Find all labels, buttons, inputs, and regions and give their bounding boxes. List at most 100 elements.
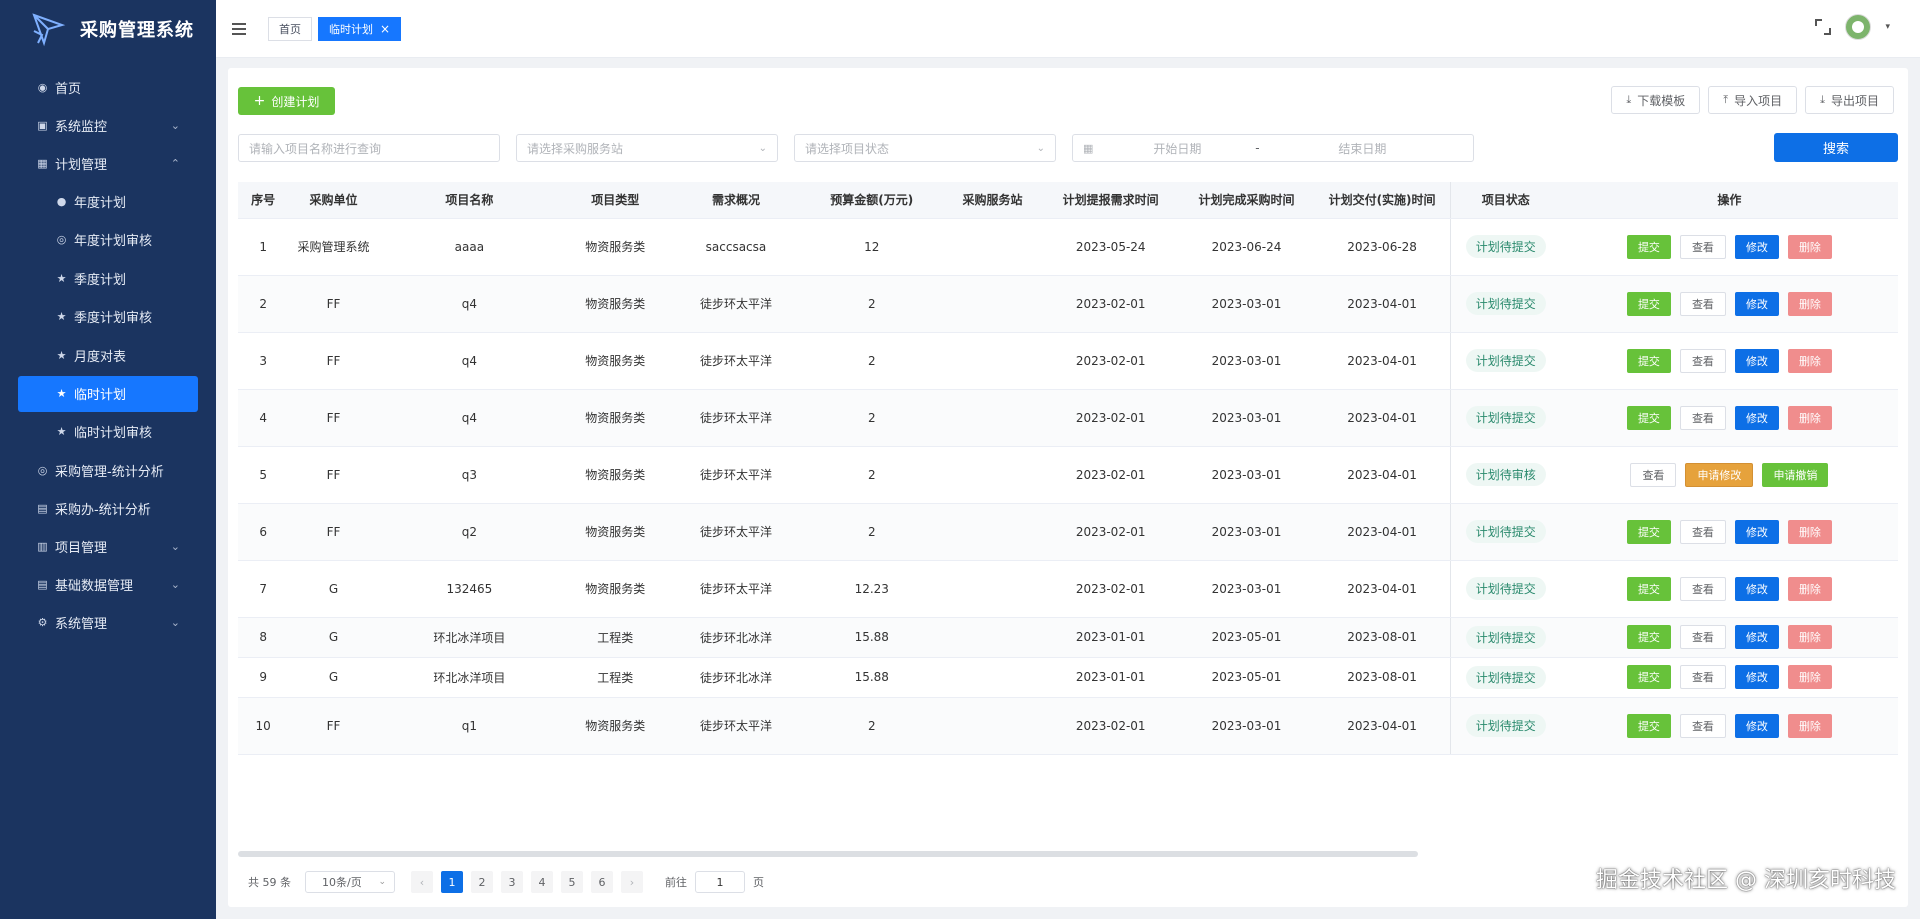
submit-button[interactable]: 提交	[1626, 234, 1671, 259]
sidebar-item-monthly-check[interactable]: ★ 月度对表	[0, 336, 216, 375]
col-header[interactable]: 计划交付(实施)时间	[1314, 182, 1451, 219]
submit-button[interactable]: 提交	[1626, 713, 1671, 738]
view-button[interactable]: 查看	[1679, 519, 1726, 544]
sidebar-item-annual-plan[interactable]: ● 年度计划	[0, 182, 216, 221]
sidebar-item-system-monitor[interactable]: ▣ 系统监控 ⌄	[0, 106, 216, 144]
view-button[interactable]: 查看	[1679, 405, 1726, 430]
edit-button[interactable]: 修改	[1734, 519, 1779, 544]
sidebar-item-quarter-plan[interactable]: ★ 季度计划	[0, 259, 216, 298]
submit-button[interactable]: 提交	[1626, 576, 1671, 601]
view-button[interactable]: 查看	[1679, 291, 1726, 316]
page-4[interactable]: 4	[531, 871, 553, 893]
tab-home[interactable]: 首页	[268, 16, 312, 41]
create-plan-button[interactable]: + 创建计划	[238, 87, 335, 115]
col-header[interactable]: 预算金额(万元)	[801, 182, 943, 219]
edit-button[interactable]: 修改	[1734, 625, 1779, 649]
page-6[interactable]: 6	[591, 871, 613, 893]
submit-button[interactable]: 提交	[1626, 405, 1671, 430]
date-range-picker[interactable]: ▦ 开始日期 - 结束日期	[1072, 134, 1474, 162]
delete-button[interactable]: 删除	[1787, 665, 1832, 689]
goto-page-input[interactable]: 1	[695, 871, 745, 893]
cell-purchase-date: 2023-03-01	[1178, 560, 1315, 618]
status-select[interactable]: 请选择项目状态 ⌄	[794, 134, 1056, 162]
col-header[interactable]: 项目状态	[1449, 182, 1561, 219]
sidebar-item-basic-data[interactable]: ▤ 基础数据管理 ⌄	[0, 565, 216, 603]
delete-button[interactable]: 删除	[1787, 348, 1832, 373]
next-page-button[interactable]: ›	[621, 871, 643, 893]
menu-toggle-icon[interactable]	[232, 20, 250, 38]
submit-button[interactable]: 提交	[1626, 625, 1671, 649]
caret-down-icon[interactable]: ▾	[1885, 22, 1890, 32]
col-header[interactable]: 采购服务站	[942, 182, 1043, 219]
sidebar-item-procurement-stats[interactable]: ◎ 采购管理-统计分析	[0, 451, 216, 489]
view-button[interactable]: 查看	[1630, 462, 1677, 487]
delete-button[interactable]: 删除	[1787, 625, 1832, 649]
close-icon[interactable]: ×	[380, 22, 390, 36]
view-button[interactable]: 查看	[1679, 665, 1726, 689]
sidebar-item-home[interactable]: ◉ 首页	[0, 68, 216, 106]
delete-button[interactable]: 删除	[1787, 576, 1832, 601]
submit-button[interactable]: 提交	[1626, 519, 1671, 544]
delete-button[interactable]: 删除	[1787, 713, 1832, 738]
sidebar: 采购管理系统 ◉ 首页 ▣ 系统监控 ⌄ ▦ 计划管理 ⌃ ● 年度计划 ◎ 年…	[0, 0, 216, 919]
page-1[interactable]: 1	[441, 871, 463, 893]
sidebar-item-annual-plan-review[interactable]: ◎ 年度计划审核	[0, 221, 216, 260]
page-5[interactable]: 5	[561, 871, 583, 893]
delete-button[interactable]: 删除	[1787, 405, 1832, 430]
view-button[interactable]: 查看	[1679, 576, 1726, 601]
delete-button[interactable]: 删除	[1787, 519, 1832, 544]
table-body: 1 采购管理系统 aaaa 物资服务类 saccsacsa 12 2023-05-24 202…	[238, 218, 1898, 755]
sidebar-item-plan-management[interactable]: ▦ 计划管理 ⌃	[0, 144, 216, 182]
sidebar-item-temp-plan[interactable]: ★ 临时计划	[18, 375, 198, 412]
edit-button[interactable]: 修改	[1734, 665, 1779, 689]
col-header[interactable]: 采购单位	[288, 182, 379, 219]
project-name-input[interactable]: 请输入项目名称进行查询	[238, 134, 500, 162]
edit-button[interactable]: 修改	[1734, 576, 1779, 601]
page-2[interactable]: 2	[471, 871, 493, 893]
fullscreen-icon[interactable]	[1815, 19, 1832, 35]
view-button[interactable]: 查看	[1679, 234, 1726, 259]
submit-button[interactable]: 提交	[1626, 665, 1671, 689]
sidebar-item-project-management[interactable]: ▥ 项目管理 ⌄	[0, 527, 216, 565]
view-button[interactable]: 查看	[1679, 625, 1726, 649]
sidebar-item-quarter-plan-review[interactable]: ★ 季度计划审核	[0, 298, 216, 337]
dashboard-icon: ◉	[37, 80, 48, 94]
export-project-button[interactable]: ⤓ 导出项目	[1805, 86, 1894, 114]
table-header-row: 序号 采购单位 项目名称 项目类型 需求概况 预算金额(万元) 采购服务站 计划…	[238, 182, 1898, 219]
horizontal-scrollbar[interactable]	[238, 851, 1418, 857]
apply-edit-button[interactable]: 申请修改	[1685, 462, 1754, 487]
import-project-button[interactable]: ⤒ 导入项目	[1708, 86, 1798, 114]
tab-temp-plan[interactable]: 临时计划 ×	[318, 16, 402, 41]
edit-button[interactable]: 修改	[1734, 234, 1779, 259]
station-select[interactable]: 请选择采购服务站 ⌄	[516, 134, 778, 162]
col-header[interactable]: 序号	[238, 182, 289, 219]
avatar[interactable]	[1845, 14, 1872, 40]
prev-page-button[interactable]: ‹	[411, 871, 433, 893]
cell-station	[942, 560, 1043, 618]
edit-button[interactable]: 修改	[1734, 713, 1779, 738]
edit-button[interactable]: 修改	[1734, 348, 1779, 373]
apply-cancel-button[interactable]: 申请撤销	[1762, 462, 1829, 487]
col-header[interactable]: 计划提报需求时间	[1042, 182, 1179, 219]
col-header[interactable]: 计划完成采购时间	[1178, 182, 1315, 219]
submit-button[interactable]: 提交	[1626, 348, 1671, 373]
status-badge: 计划待提交	[1465, 406, 1546, 429]
edit-button[interactable]: 修改	[1734, 405, 1779, 430]
sidebar-item-office-stats[interactable]: ▤ 采购办-统计分析	[0, 489, 216, 527]
col-header[interactable]: 项目名称	[378, 182, 560, 219]
delete-button[interactable]: 删除	[1787, 291, 1832, 316]
edit-button[interactable]: 修改	[1734, 291, 1779, 316]
submit-button[interactable]: 提交	[1626, 291, 1671, 316]
page-3[interactable]: 3	[501, 871, 523, 893]
view-button[interactable]: 查看	[1679, 713, 1726, 738]
col-header[interactable]: 操作	[1560, 182, 1898, 219]
search-button[interactable]: 搜索	[1774, 133, 1898, 162]
col-header[interactable]: 需求概况	[670, 182, 802, 219]
sidebar-item-temp-plan-review[interactable]: ★ 临时计划审核	[0, 413, 216, 452]
view-button[interactable]: 查看	[1679, 348, 1726, 373]
download-template-button[interactable]: ⤓ 下载模板	[1611, 86, 1701, 114]
col-header[interactable]: 项目类型	[559, 182, 671, 219]
sidebar-item-system-management[interactable]: ⚙ 系统管理 ⌄	[0, 603, 216, 641]
page-size-select[interactable]: 10条/页 ⌄	[305, 871, 395, 893]
delete-button[interactable]: 删除	[1787, 234, 1832, 259]
